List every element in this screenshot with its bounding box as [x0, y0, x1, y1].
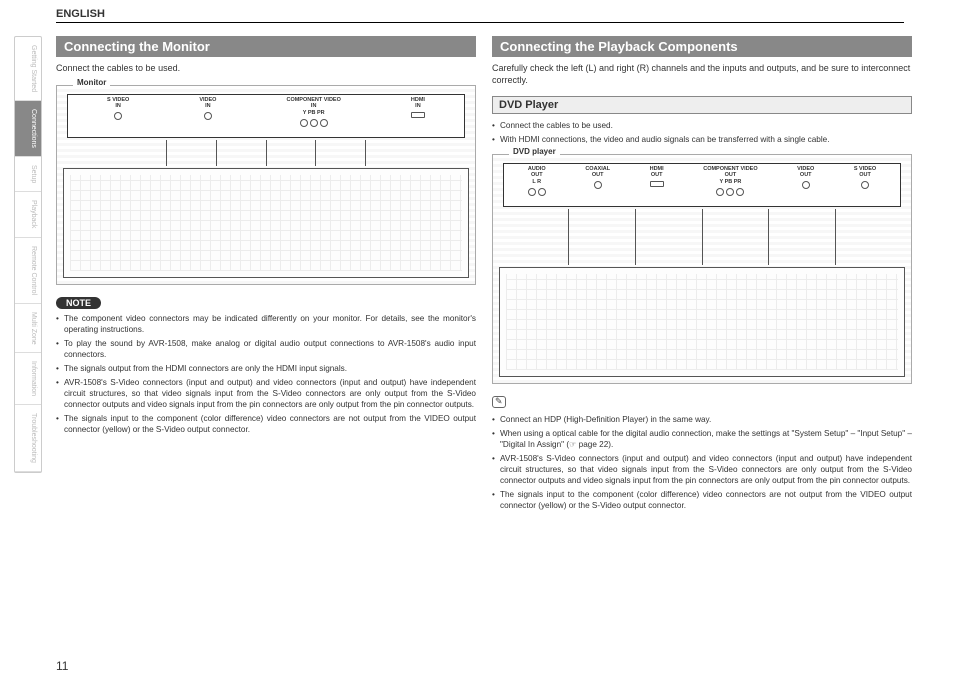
dvd-subtitle: DVD Player: [492, 96, 912, 114]
port-coaxial-out: COAXIAL OUT: [585, 167, 610, 203]
language-header: ENGLISH: [56, 8, 904, 23]
sidebar-tab-multi-zone[interactable]: Multi Zone: [15, 304, 41, 354]
dvd-port-row: AUDIO OUT L R COAXIAL OUT HDMI OUT COMPO…: [503, 163, 901, 207]
tip-item: The signals input to the component (colo…: [492, 489, 912, 511]
sidebar-tab-connections[interactable]: Connections: [15, 101, 41, 157]
sidebar-tab-troubleshooting[interactable]: Troubleshooting: [15, 405, 41, 472]
left-section-title: Connecting the Monitor: [56, 36, 476, 57]
port-svideo-in: S VIDEO IN: [107, 98, 129, 134]
dvd-diagram: DVD player AUDIO OUT L R COAXIAL OUT HDM…: [492, 154, 912, 384]
port-hdmi-out: HDMI OUT: [650, 167, 664, 203]
tip-item: AVR-1508's S-Video connectors (input and…: [492, 453, 912, 486]
port-component-in: COMPONENT VIDEO IN Y PB PR: [286, 98, 340, 134]
right-tips: Connect an HDP (High-Definition Player) …: [492, 414, 912, 512]
port-svideo-out: S VIDEO OUT: [854, 167, 876, 203]
monitor-diagram: Monitor S VIDEO IN VIDEO IN COMPONENT VI…: [56, 85, 476, 285]
sidebar-tab-remote-control[interactable]: Remote Control: [15, 238, 41, 304]
dvd-diagram-label: DVD player: [509, 147, 560, 156]
sub-bullet: Connect the cables to be used.: [492, 120, 912, 131]
note-item: AVR-1508's S-Video connectors (input and…: [56, 377, 476, 410]
note-item: To play the sound by AVR-1508, make anal…: [56, 338, 476, 360]
note-item: The component video connectors may be in…: [56, 313, 476, 335]
sidebar-tab-getting-started[interactable]: Getting Started: [15, 37, 41, 101]
port-hdmi-in: HDMI IN: [411, 98, 425, 134]
sidebar-tab-setup[interactable]: Setup: [15, 157, 41, 192]
right-section-title: Connecting the Playback Components: [492, 36, 912, 57]
right-intro: Carefully check the left (L) and right (…: [492, 63, 912, 86]
port-video-out: VIDEO OUT: [797, 167, 814, 203]
sidebar-tab-information[interactable]: Information: [15, 353, 41, 405]
dvd-wires: [535, 209, 869, 265]
sub-bullet: With HDMI connections, the video and aud…: [492, 134, 912, 145]
tip-item: When using a optical cable for the digit…: [492, 428, 912, 450]
note-badge: NOTE: [56, 297, 101, 309]
port-video-in: VIDEO IN: [199, 98, 216, 134]
left-intro: Connect the cables to be used.: [56, 63, 476, 75]
monitor-wires: [141, 140, 392, 166]
sidebar-tab-playback[interactable]: Playback: [15, 192, 41, 237]
right-column: Connecting the Playback Components Caref…: [492, 36, 912, 514]
tip-item: Connect an HDP (High-Definition Player) …: [492, 414, 912, 425]
receiver-rear-panel-left: [63, 168, 469, 278]
receiver-rear-panel-right: [499, 267, 905, 377]
sidebar-tabs: Getting Started Connections Setup Playba…: [14, 36, 42, 473]
monitor-diagram-label: Monitor: [73, 78, 110, 87]
dvd-sub-bullets: Connect the cables to be used. With HDMI…: [492, 120, 912, 145]
monitor-port-row: S VIDEO IN VIDEO IN COMPONENT VIDEO IN Y…: [67, 94, 465, 138]
note-item: The signals input to the component (colo…: [56, 413, 476, 435]
pencil-icon: [492, 396, 506, 408]
port-audio-out: AUDIO OUT L R: [528, 167, 546, 203]
page-number: 11: [56, 659, 68, 673]
left-notes: The component video connectors may be in…: [56, 313, 476, 436]
port-component-out: COMPONENT VIDEO OUT Y PB PR: [703, 167, 757, 203]
note-item: The signals output from the HDMI connect…: [56, 363, 476, 374]
left-column: Connecting the Monitor Connect the cable…: [56, 36, 476, 438]
